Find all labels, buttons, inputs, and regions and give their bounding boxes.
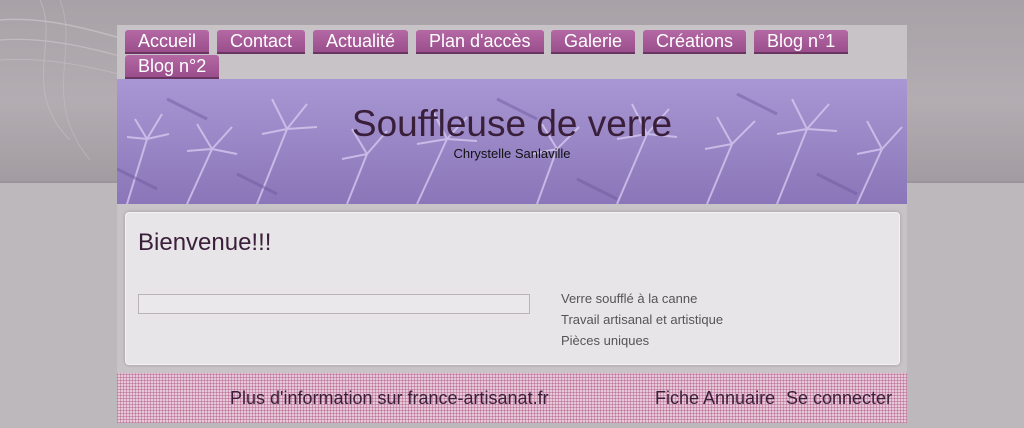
header-banner: Souffleuse de verre [117, 79, 907, 204]
welcome-heading: Bienvenue!!! [138, 229, 272, 256]
page-container: Accueil Contact Actualité Plan d'accès G… [117, 25, 907, 423]
tab-blog-1[interactable]: Blog n°1 [754, 30, 849, 52]
info-link[interactable]: Plus d'information sur france-artisanat.… [230, 388, 549, 409]
tab-galerie[interactable]: Galerie [551, 30, 636, 52]
list-item: Pièces uniques [561, 333, 650, 348]
directory-link[interactable]: Fiche Annuaire [655, 388, 775, 409]
tab-blog-2[interactable]: Blog n°2 [125, 55, 220, 77]
welcome-panel: Bienvenue!!! Verre soufflé à la canne Tr… [125, 212, 900, 365]
feature-list: Verre soufflé à la canne Travail artisan… [561, 288, 723, 351]
tab-creations[interactable]: Créations [643, 30, 747, 52]
login-link[interactable]: Se connecter [786, 388, 892, 409]
site-title: Souffleuse de verre [351, 103, 673, 144]
tab-accueil[interactable]: Accueil [125, 30, 210, 52]
list-item: Travail artisanal et artistique [561, 312, 724, 327]
site-subtitle: Chrystelle Sanlaville [453, 146, 571, 161]
list-item: Verre soufflé à la canne [561, 291, 698, 306]
tab-contact[interactable]: Contact [217, 30, 306, 52]
tab-plan-acces[interactable]: Plan d'accès [416, 30, 544, 52]
tab-actualite[interactable]: Actualité [313, 30, 409, 52]
empty-input-box[interactable] [138, 294, 530, 314]
main-navigation: Accueil Contact Actualité Plan d'accès G… [125, 29, 905, 79]
footer-bar: Plus d'information sur france-artisanat.… [117, 373, 907, 423]
